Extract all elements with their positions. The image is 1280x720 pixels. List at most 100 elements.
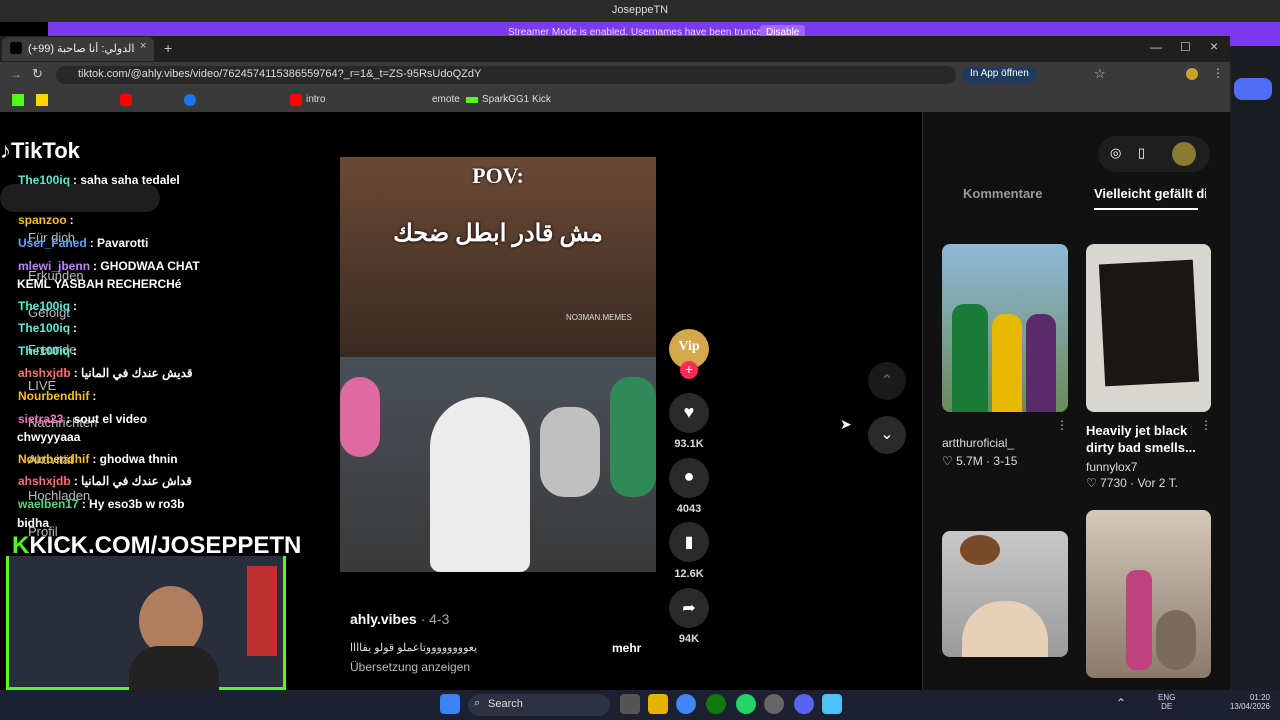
chat-username: The100iq	[18, 321, 71, 335]
compass-icon[interactable]: ◎	[1110, 145, 1121, 161]
tab-close-icon[interactable]: ×	[140, 40, 146, 52]
follow-plus-icon[interactable]: +	[680, 361, 698, 379]
chat-message: The100iq:	[18, 344, 77, 358]
facebook-bookmark-icon[interactable]	[184, 94, 196, 106]
rec-1-author[interactable]: artthuroficial_	[942, 436, 1014, 450]
chat-text: : ghodwa thnin	[92, 452, 178, 466]
chat-text: :	[73, 321, 78, 335]
recommendation-thumb-3[interactable]	[942, 531, 1068, 657]
rec-2-more-icon[interactable]: ⋮	[1200, 418, 1212, 432]
tab-comments[interactable]: Kommentare	[963, 186, 1042, 201]
profile-avatar[interactable]	[1186, 68, 1198, 80]
maximize-icon[interactable]: ☐	[1180, 40, 1191, 54]
video-author[interactable]: ahly.vibes · 4-3	[350, 611, 449, 627]
chat-text: : Hy eso3b w ro3b	[81, 497, 185, 511]
chat-text: : GHODWAA CHAT	[93, 259, 200, 273]
windows-taskbar	[0, 690, 1280, 720]
clock[interactable]: 01:20 13/04/2026	[1224, 693, 1270, 711]
chat-username: ahshxjdb	[18, 474, 71, 488]
rec-2-stats-text: 7730 · Vor 2 T.	[1100, 476, 1178, 490]
pink-figure	[340, 377, 380, 457]
url-bar[interactable]: tiktok.com/@ahly.vibes/video/76245741153…	[56, 66, 956, 84]
thumb-face	[962, 601, 1048, 657]
prev-video-button[interactable]: ⌃	[868, 362, 906, 400]
next-video-button[interactable]: ⌄	[868, 416, 906, 454]
new-tab-icon[interactable]: +	[164, 40, 172, 56]
kick-bookmark-icon[interactable]	[12, 94, 24, 106]
browser-tabbar	[0, 36, 1230, 62]
comment-button[interactable]: ●	[669, 458, 709, 498]
youtube-bookmark-icon-2[interactable]	[290, 94, 302, 106]
chat-username: User_Fahed	[18, 236, 87, 250]
settings-icon[interactable]	[764, 694, 784, 714]
chat-message: ahshxjdb: قداش عندك في المانيا	[18, 474, 192, 488]
device-icon[interactable]: ▯	[1138, 145, 1145, 161]
browser-tab-active[interactable]: (+99) بنت الدولي: أنا صاحبة ×	[2, 37, 154, 61]
user-avatar[interactable]	[1172, 142, 1196, 166]
recommendation-thumb-2[interactable]	[1086, 244, 1211, 412]
rec-2-author[interactable]: funnylox7	[1086, 460, 1137, 474]
chat-username: waelben17	[18, 497, 79, 511]
outer-titlebar: JoseppeTN	[0, 0, 1280, 22]
notepad-icon[interactable]	[822, 694, 842, 714]
video-pov-text: POV:	[472, 163, 524, 188]
recommendation-thumb-1[interactable]	[942, 244, 1068, 412]
chat-message: Nourbendhif: ghodwa thnin	[18, 452, 178, 466]
heart-icon: ♥	[683, 402, 695, 422]
recommendation-thumb-4[interactable]	[1086, 510, 1211, 678]
lang-code: ENG	[1158, 693, 1176, 702]
chat-text: :	[73, 344, 78, 358]
avatar-text: Vip	[678, 339, 700, 354]
bookmark-icon[interactable]	[36, 94, 48, 106]
rec-2-title[interactable]: Heavily jet black dirty bad smells...	[1086, 422, 1206, 456]
translate-link[interactable]: Übersetzung anzeigen	[350, 660, 470, 674]
minimize-icon[interactable]: —	[1150, 40, 1162, 54]
tab-you-may-like[interactable]: Vielleicht gefällt dir	[1094, 186, 1206, 201]
video-caption: يعووووووووتاعملو قولو يقاااا	[350, 642, 478, 654]
tab-underline	[1094, 208, 1198, 210]
chat-text: bidha	[17, 516, 49, 530]
tray-chevron-icon[interactable]: ⌃	[1116, 696, 1126, 710]
language-indicator[interactable]: ENG DE	[1158, 693, 1175, 711]
rec-2-stats: ♡ 7730 · Vor 2 T.	[1086, 476, 1178, 490]
chat-message: bidha	[14, 516, 49, 530]
open-in-app-button[interactable]: In App öffnen	[962, 67, 1037, 83]
discord-button[interactable]	[1234, 78, 1272, 100]
save-count: 12.6K	[674, 568, 704, 580]
task-view-icon[interactable]	[620, 694, 640, 714]
file-explorer-icon[interactable]	[648, 694, 668, 714]
bookmark-sparkgg[interactable]: SparkGG1 Kick	[482, 94, 551, 105]
like-button[interactable]: ♥	[669, 393, 709, 433]
video-player[interactable]: POV: مش قادر ابطل ضحك NO3MAN.MEMES	[340, 157, 656, 572]
chrome-icon[interactable]	[676, 694, 696, 714]
kick-bookmark-icon-2[interactable]	[466, 97, 478, 103]
back-icon[interactable]: →	[10, 67, 22, 81]
caption-more-link[interactable]: mehr	[612, 641, 641, 655]
bookmark-intro[interactable]: intro	[306, 94, 325, 105]
bookmark-emote[interactable]: emote	[432, 94, 460, 105]
chat-message: ahshxjdb: قديش عندك في المانيا	[18, 366, 193, 380]
chat-username: The100iq	[18, 299, 71, 313]
bookmark-star-icon[interactable]: ☆	[1094, 66, 1106, 82]
rec-1-more-icon[interactable]: ⋮	[1056, 418, 1068, 432]
region-code: DE	[1161, 702, 1173, 711]
whatsapp-icon[interactable]	[736, 694, 756, 714]
man-figure	[540, 407, 600, 497]
taskbar-search[interactable]: ⌕ Search	[468, 694, 610, 716]
search-input[interactable]	[0, 184, 160, 212]
discord-icon[interactable]	[794, 694, 814, 714]
tiktok-logo[interactable]: ♪TikTok	[0, 138, 80, 164]
reload-icon[interactable]: ↻	[32, 66, 43, 82]
thumb-black-mat	[1098, 259, 1200, 387]
youtube-bookmark-icon[interactable]	[120, 94, 132, 106]
chat-text: : Pavarotti	[89, 236, 149, 250]
share-button[interactable]: ➦	[669, 588, 709, 628]
author-name: ahly.vibes	[350, 611, 417, 627]
xbox-icon[interactable]	[706, 694, 726, 714]
start-icon[interactable]	[440, 694, 460, 714]
menu-kebab-icon[interactable]: ⋮	[1212, 66, 1224, 80]
tab-title: (+99) بنت الدولي: أنا صاحبة	[28, 43, 138, 55]
close-window-icon[interactable]: ×	[1210, 38, 1218, 54]
save-button[interactable]: ▮	[669, 522, 709, 562]
outer-window-title: JoseppeTN	[611, 4, 669, 16]
